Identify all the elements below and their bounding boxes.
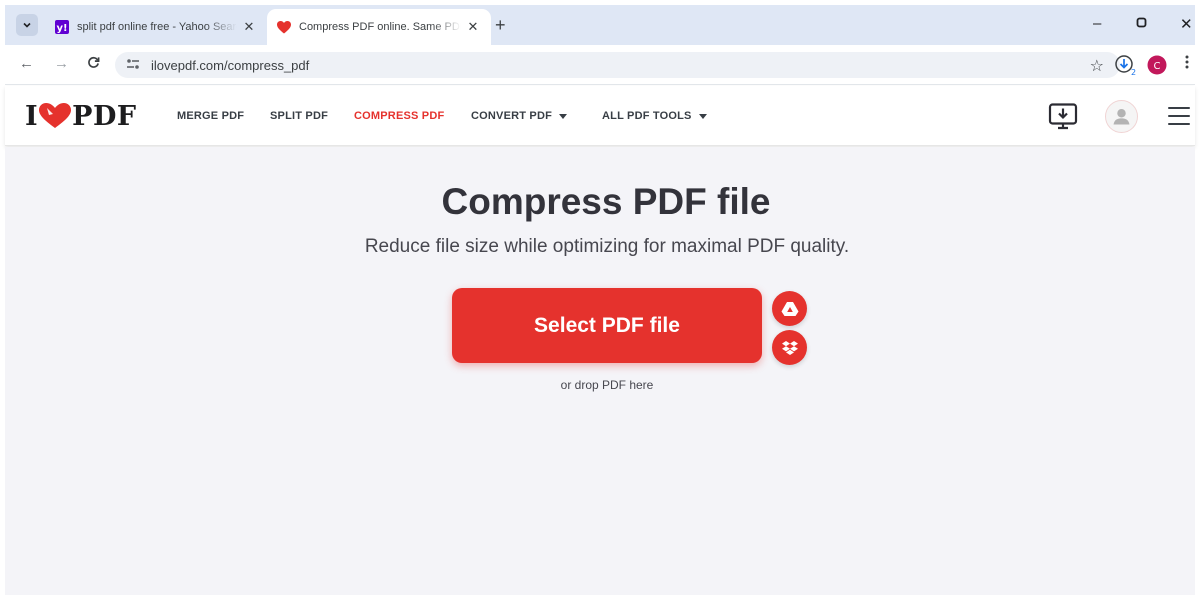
heart-logo-icon bbox=[39, 103, 72, 129]
downloads-count: 2 bbox=[1131, 68, 1136, 76]
reload-icon[interactable] bbox=[87, 56, 100, 73]
forward-arrow-icon[interactable]: → bbox=[54, 56, 69, 72]
nav-label: SPLIT PDF bbox=[270, 110, 329, 122]
browser-toolbar: ← → ilovepdf.com/compress_pdf ☆ 2 C bbox=[5, 45, 1195, 85]
nav-label: MERGE PDF bbox=[177, 110, 245, 122]
tab-yahoo-search[interactable]: y! split pdf online free - Yahoo Search … bbox=[45, 9, 267, 45]
back-arrow-icon[interactable]: ← bbox=[19, 56, 34, 72]
caret-down-icon bbox=[698, 113, 707, 119]
profile-avatar[interactable]: C bbox=[1147, 55, 1167, 80]
page-subtitle: Reduce file size while optimizing for ma… bbox=[364, 236, 850, 257]
hamburger-menu-icon[interactable] bbox=[1168, 107, 1190, 131]
main-content: Compress PDF file Reduce file size while… bbox=[5, 147, 1195, 595]
nav-compress-pdf[interactable]: COMPRESS PDF bbox=[354, 110, 444, 122]
ilovepdf-heart-icon bbox=[277, 20, 291, 34]
nav-merge-pdf[interactable]: MERGE PDF bbox=[177, 110, 244, 122]
nav-all-pdf-tools[interactable]: ALL PDF TOOLS bbox=[602, 110, 707, 122]
close-window-icon[interactable]: ✕ bbox=[1180, 15, 1193, 33]
close-tab-icon[interactable]: ✕ bbox=[241, 19, 257, 35]
ilovepdf-logo[interactable]: I PDF bbox=[25, 100, 137, 132]
nav-split-pdf[interactable]: SPLIT PDF bbox=[270, 110, 328, 122]
minimize-icon[interactable]: – bbox=[1093, 15, 1101, 32]
nav-label: COMPRESS PDF bbox=[354, 110, 445, 122]
svg-text:y!: y! bbox=[56, 23, 67, 34]
bookmark-star-icon[interactable]: ☆ bbox=[1090, 56, 1104, 76]
tab-search-button[interactable] bbox=[16, 14, 38, 36]
google-drive-icon bbox=[781, 301, 798, 316]
caret-down-icon bbox=[559, 113, 568, 119]
new-tab-button[interactable]: + bbox=[495, 16, 506, 34]
site-header: I PDF MERGE PDF SPLIT PDF COMPRESS PDF C… bbox=[5, 86, 1195, 146]
tab-title: Compress PDF online. Same PDF quality, l… bbox=[299, 21, 461, 33]
logo-text-i: I bbox=[25, 100, 39, 132]
restore-icon[interactable] bbox=[1136, 15, 1147, 32]
browser-tabstrip: y! split pdf online free - Yahoo Search … bbox=[5, 5, 1195, 45]
chevron-down-icon bbox=[23, 22, 31, 28]
yahoo-icon: y! bbox=[55, 20, 69, 34]
page-title: Compress PDF file bbox=[441, 181, 771, 222]
dropbox-button[interactable] bbox=[772, 330, 807, 365]
site-info-icon[interactable] bbox=[126, 58, 140, 73]
close-tab-icon[interactable]: ✕ bbox=[465, 19, 481, 35]
browser-menu-icon[interactable] bbox=[1185, 54, 1189, 75]
user-avatar[interactable] bbox=[1105, 100, 1138, 133]
tab-title: split pdf online free - Yahoo Search bbox=[77, 21, 237, 33]
logo-text-pdf: PDF bbox=[72, 100, 137, 132]
dropbox-icon bbox=[781, 340, 798, 355]
profile-initial: C bbox=[1154, 61, 1161, 72]
downloads-icon[interactable]: 2 bbox=[1114, 54, 1136, 81]
desktop-download-icon[interactable] bbox=[1048, 103, 1080, 136]
nav-convert-pdf[interactable]: CONVERT PDF bbox=[471, 110, 568, 122]
url-text[interactable]: ilovepdf.com/compress_pdf bbox=[151, 58, 309, 73]
user-icon bbox=[1113, 108, 1130, 125]
google-drive-button[interactable] bbox=[772, 291, 807, 326]
drop-hint: or drop PDF here bbox=[560, 378, 654, 392]
select-pdf-button[interactable]: Select PDF file bbox=[452, 288, 762, 363]
tab-compress-pdf[interactable]: Compress PDF online. Same PDF quality, l… bbox=[267, 9, 491, 45]
nav-label: ALL PDF TOOLS bbox=[602, 110, 692, 122]
nav-label: CONVERT PDF bbox=[471, 110, 553, 122]
address-bar[interactable]: ilovepdf.com/compress_pdf ☆ bbox=[115, 52, 1120, 78]
